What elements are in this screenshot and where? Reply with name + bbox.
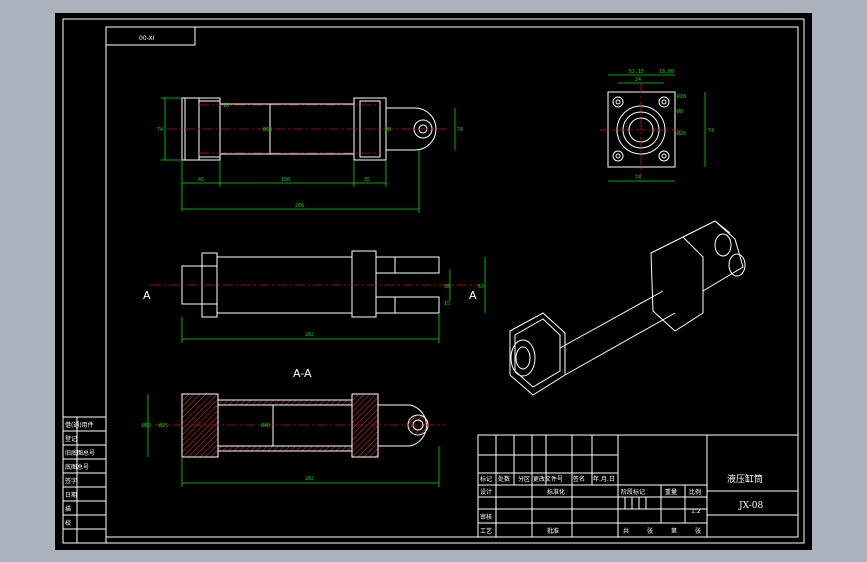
tb-drawing-no: JX-08 — [738, 501, 763, 511]
v3-bore: Ø63 — [142, 422, 151, 429]
tb-h0: 标记 — [480, 475, 492, 483]
inner-frame — [105, 26, 799, 538]
end-top2: 18.80 — [659, 69, 674, 75]
lb-4: 签字 — [65, 477, 77, 485]
section-label: A-A — [293, 367, 312, 380]
v1-rod: 18 — [223, 103, 229, 109]
drawing-code-text: 00-XI — [139, 35, 155, 42]
lb-6: 描 — [65, 505, 71, 513]
drawing-canvas[interactable]: 00-XI 74 Ø63 18 74 Ø8 45 150 35 266 A A … — [55, 13, 812, 550]
v1-height-left: 74 — [157, 127, 163, 133]
section-arrow-left: A — [143, 289, 151, 302]
tb-r4-0: 工艺 — [480, 527, 492, 535]
tb-sheet-2: 第 — [671, 527, 677, 535]
v1-seg-c: 35 — [364, 177, 370, 183]
end-h3: 74 — [708, 128, 714, 134]
v1-bore: Ø63 — [263, 126, 272, 133]
view-end: 52.15 18.80 24 R18 Ø8 Ø20 74 74 — [600, 69, 714, 182]
section-arrow-right: A — [469, 289, 477, 302]
title-block: 标记 处数 分区 更改文件号 签名 年.月.日 设计 标准化 审核 工艺 批准 … — [477, 434, 799, 538]
lb-7: 校 — [65, 519, 71, 527]
lb-5: 日期 — [65, 491, 77, 499]
view-front-elevation: 74 Ø63 18 74 Ø8 45 150 35 266 — [157, 97, 463, 213]
lb-2: 旧底图总号 — [65, 449, 95, 457]
v2-d2: 15 — [444, 301, 450, 307]
end-h2: Ø20 — [677, 130, 686, 137]
tb-r2-0: 设计 — [480, 488, 492, 496]
lb-1: 登记 — [65, 435, 77, 443]
v1-total: 266 — [295, 203, 304, 209]
tb-h3: 更改文件号 — [533, 475, 563, 483]
v1-d-right: 74 — [457, 127, 463, 133]
left-revision-block: 借(通)用件 登记 旧底图总号 底图总号 签字 日期 描 校 — [62, 416, 107, 544]
v3-total: 262 — [305, 476, 314, 482]
cad-viewport: 00-XI 74 Ø63 18 74 Ø8 45 150 35 266 A A … — [0, 0, 867, 562]
tb-r4-3: 批准 — [547, 527, 559, 535]
end-h1: Ø8 — [677, 108, 683, 115]
v3-d1: Ø25 — [159, 422, 168, 429]
lb-0: 借(通)用件 — [65, 421, 94, 429]
v3-d2: Ø40 — [261, 422, 270, 429]
v2-d3: 63 — [478, 284, 484, 290]
tb-stage-0: 阶段标记 — [621, 488, 645, 496]
tb-stage-1: 重量 — [665, 488, 677, 496]
tb-h5: 年.月.日 — [593, 475, 615, 483]
tb-part-name: 液压缸筒 — [727, 473, 763, 485]
v2-total: 262 — [305, 332, 314, 338]
tb-r3-0: 审核 — [480, 513, 492, 521]
v1-seg-b: 150 — [281, 177, 290, 183]
v1-seg-a: 45 — [198, 177, 204, 183]
view-section-aa: Ø63 Ø25 Ø40 262 — [142, 393, 445, 487]
tb-h4: 签名 — [573, 475, 585, 483]
end-w2: R18 — [677, 94, 686, 100]
tb-stage-2: 比例 — [689, 488, 701, 496]
tb-scale: 1:2 — [691, 508, 701, 515]
tb-h1: 处数 — [498, 475, 510, 483]
drawing-svg: 00-XI 74 Ø63 18 74 Ø8 45 150 35 266 A A … — [62, 18, 805, 544]
tb-sheet-3: 张 — [695, 527, 701, 535]
lb-3: 底图总号 — [65, 463, 89, 471]
view-isometric — [509, 220, 746, 396]
end-w1: 24 — [635, 77, 641, 83]
tb-h2: 分区 — [518, 475, 530, 483]
v2-d1: 30 — [444, 284, 450, 290]
tb-sheet-1: 张 — [647, 527, 653, 535]
v1-eye: Ø8 — [385, 126, 391, 133]
end-top1: 52.15 — [629, 69, 644, 75]
tb-sheet-0: 共 — [623, 527, 629, 535]
end-bottom: 74 — [635, 175, 641, 181]
tb-r2-3: 标准化 — [547, 488, 565, 496]
view-top: A A 30 15 63 262 — [143, 250, 486, 343]
